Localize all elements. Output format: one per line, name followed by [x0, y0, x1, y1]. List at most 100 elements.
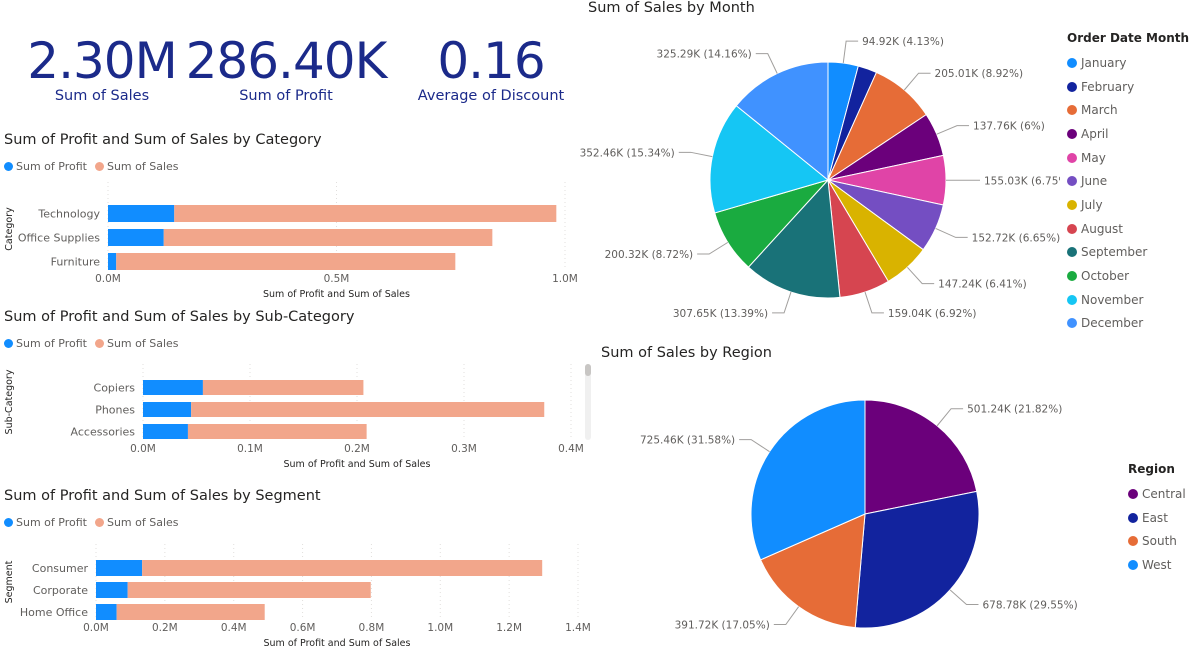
- legend-profit[interactable]: Sum of Profit: [4, 160, 87, 173]
- legend-dot: [1067, 128, 1077, 139]
- legend-item-january[interactable]: January: [1067, 51, 1189, 75]
- bar-sales: [191, 402, 545, 417]
- data-label: 155.03K (6.75%): [984, 175, 1060, 187]
- legend-item-august[interactable]: August: [1067, 217, 1189, 241]
- legend-label: December: [1081, 316, 1144, 331]
- month-pie-chart: 94.92K (4.13%) 205.01K (8.92%) 137.76K (6%…: [580, 36, 1060, 320]
- leader-line: [739, 439, 770, 453]
- legend-dot: [1067, 247, 1077, 258]
- category-label: Accessories: [71, 426, 136, 439]
- legend-sales-label: Sum of Sales: [106, 337, 179, 350]
- data-label: 307.65K (13.39%): [673, 308, 768, 320]
- kpi-discount-label: Average of Discount: [417, 88, 565, 104]
- legend-label: January: [1081, 55, 1127, 70]
- x-tick-label: 0.4M: [221, 622, 247, 634]
- legend-label: May: [1081, 150, 1106, 165]
- region-legend: Region Central East South West: [1128, 462, 1186, 577]
- legend-profit-dot: [4, 339, 13, 348]
- legend-profit-label: Sum of Profit: [16, 160, 87, 173]
- leader-line: [903, 72, 931, 91]
- legend-item-june[interactable]: June: [1067, 169, 1189, 193]
- subcategory-scrollbar-track[interactable]: [585, 364, 591, 440]
- legend-dot: [1128, 559, 1138, 570]
- data-label: 352.46K (15.34%): [580, 147, 675, 159]
- bar-profit: [96, 604, 117, 620]
- legend-item-east[interactable]: East: [1128, 506, 1186, 530]
- data-label: 678.78K (29.55%): [982, 600, 1077, 612]
- legend-label: September: [1081, 245, 1148, 260]
- segment-bar-chart: 0.0M 0.2M 0.4M 0.6M 0.8M 1.0M 1.2M 1.4M Segment S…: [4, 544, 591, 649]
- bar-sales: [187, 424, 367, 439]
- legend-profit[interactable]: Sum of Profit: [4, 516, 87, 529]
- category-label: Home Office: [20, 606, 88, 619]
- segment-chart-title: Sum of Profit and Sum of Sales by Segmen…: [4, 488, 321, 504]
- leader-line: [907, 266, 935, 285]
- month-legend: Order Date Month January February March Apr…: [1067, 31, 1189, 335]
- category-chart-legend: Sum of Profit Sum of Sales: [4, 160, 187, 173]
- leader-line: [936, 125, 970, 135]
- legend-label: South: [1142, 534, 1177, 549]
- legend-label: August: [1081, 221, 1123, 236]
- data-label: 725.46K (31.58%): [640, 435, 735, 447]
- legend-sales[interactable]: Sum of Sales: [94, 160, 179, 173]
- segment-chart-legend: Sum of Profit Sum of Sales: [4, 516, 187, 529]
- legend-item-february[interactable]: February: [1067, 75, 1189, 99]
- legend-item-september[interactable]: September: [1067, 241, 1189, 265]
- bar-sales: [116, 253, 456, 270]
- legend-item-july[interactable]: July: [1067, 193, 1189, 217]
- x-tick-label: 0.5M: [324, 273, 350, 285]
- legend-item-november[interactable]: November: [1067, 288, 1189, 312]
- month-legend-title: Order Date Month: [1067, 31, 1190, 45]
- leader-line: [678, 151, 713, 158]
- legend-label: April: [1081, 126, 1109, 141]
- legend-sales[interactable]: Sum of Sales: [94, 516, 179, 529]
- legend-dot: [1067, 318, 1077, 329]
- x-tick-label: 0.0M: [95, 273, 121, 285]
- category-bar-chart: 0.0M 0.5M 1.0M Category Sum of Profit and Su…: [4, 182, 578, 300]
- legend-label: June: [1081, 174, 1108, 189]
- x-tick-label: 0.6M: [290, 622, 316, 634]
- category-label: Office Supplies: [18, 232, 100, 245]
- category-label: Consumer: [32, 562, 89, 575]
- leader-line: [949, 589, 979, 606]
- legend-dot: [1067, 176, 1077, 187]
- leader-line: [773, 606, 800, 626]
- legend-item-south[interactable]: South: [1128, 529, 1186, 553]
- subcategory-scrollbar-thumb[interactable]: [585, 364, 591, 376]
- legend-label: July: [1081, 197, 1103, 212]
- legend-item-april[interactable]: April: [1067, 122, 1189, 146]
- legend-item-west[interactable]: West: [1128, 553, 1186, 577]
- x-tick-label: 0.8M: [359, 622, 385, 634]
- category-label: Copiers: [94, 382, 136, 395]
- bar-profit: [96, 582, 128, 598]
- data-label: 501.24K (21.82%): [967, 404, 1062, 416]
- legend-item-december[interactable]: December: [1067, 312, 1189, 336]
- kpi-sales-label: Sum of Sales: [54, 88, 150, 104]
- kpi-discount-value: 0.16: [437, 32, 545, 90]
- bar-profit: [143, 380, 203, 395]
- legend-label: October: [1081, 269, 1130, 284]
- legend-sales[interactable]: Sum of Sales: [94, 337, 179, 350]
- data-label: 391.72K (17.05%): [675, 620, 770, 632]
- data-label: 137.76K (6%): [973, 121, 1045, 133]
- region-pie-title: Sum of Sales by Region: [601, 345, 772, 361]
- legend-item-october[interactable]: October: [1067, 264, 1189, 288]
- legend-item-may[interactable]: May: [1067, 146, 1189, 170]
- leader-line: [936, 408, 964, 427]
- legend-sales-dot: [94, 518, 104, 527]
- legend-profit[interactable]: Sum of Profit: [4, 337, 87, 350]
- bar-sales: [163, 229, 493, 246]
- legend-dot: [1128, 536, 1138, 547]
- x-axis-title: Sum of Profit and Sum of Sales: [284, 459, 431, 470]
- x-axis-title: Sum of Profit and Sum of Sales: [263, 289, 410, 300]
- legend-profit-dot: [4, 518, 13, 527]
- category-label: Phones: [95, 404, 135, 417]
- leader-line: [935, 227, 968, 238]
- bar-profit: [108, 205, 175, 222]
- legend-label: November: [1081, 292, 1144, 307]
- legend-label: February: [1081, 79, 1135, 94]
- legend-item-march[interactable]: March: [1067, 98, 1189, 122]
- bar-profit: [143, 424, 188, 439]
- category-label: Technology: [37, 208, 100, 221]
- legend-item-central[interactable]: Central: [1128, 482, 1186, 506]
